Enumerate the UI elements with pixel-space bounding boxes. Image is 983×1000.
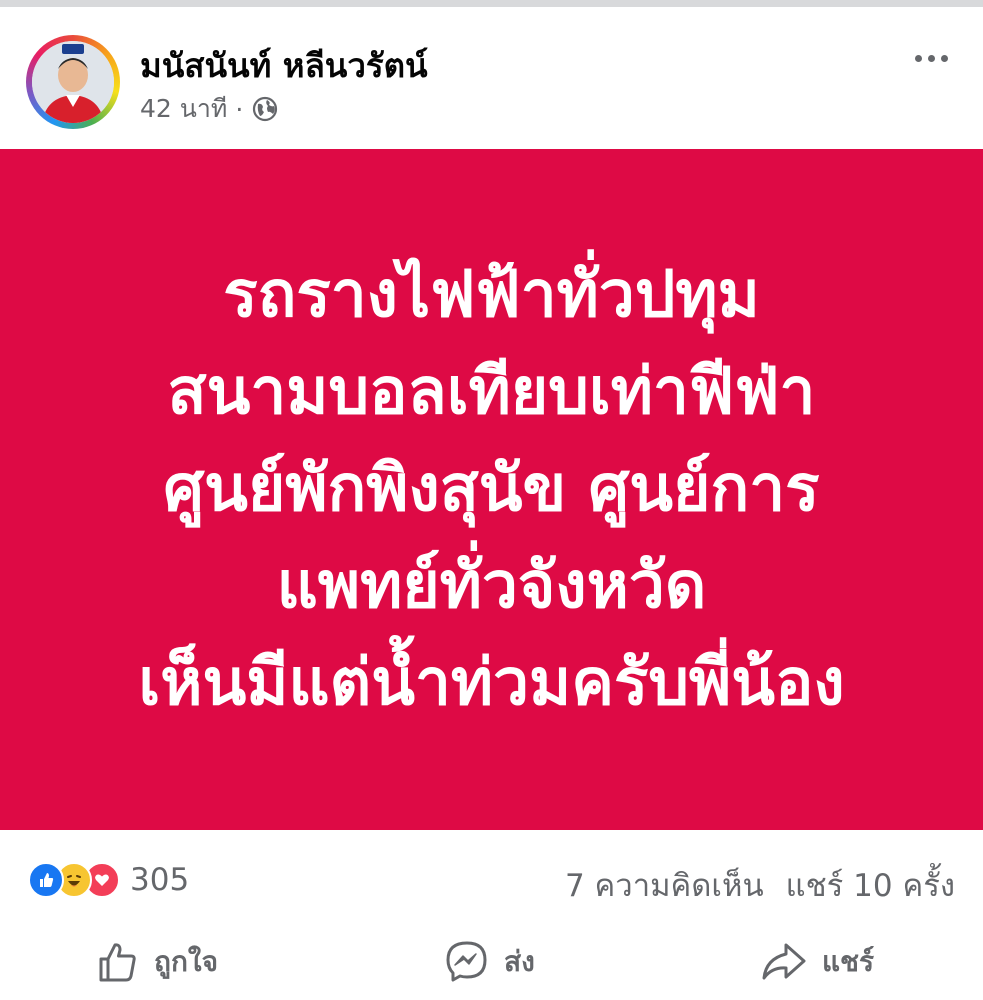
avatar[interactable] <box>26 35 120 129</box>
banner-line: ศูนย์พักพิงสุนัข ศูนย์การ <box>163 452 820 526</box>
top-divider <box>0 0 983 7</box>
like-button[interactable]: ถูกใจ <box>96 934 218 990</box>
more-options-icon[interactable] <box>906 43 956 73</box>
share-arrow-icon <box>762 943 806 980</box>
like-icon <box>28 862 64 898</box>
shares-count[interactable]: แชร์ 10 ครั้ง <box>786 860 955 910</box>
author-name[interactable]: มนัสนันท์ หลีนวรัตน์ <box>140 39 428 92</box>
banner-line: สนามบอลเทียบเท่าฟีฟ่า <box>167 355 816 429</box>
post-time[interactable]: 42 นาที <box>140 89 227 129</box>
send-button[interactable]: ส่ง <box>444 934 535 990</box>
post-header: มนัสนันท์ หลีนวรัตน์ 42 นาที · <box>0 7 983 147</box>
send-label: ส่ง <box>504 945 535 978</box>
banner-line: แพทย์ทั่วจังหวัด <box>276 549 707 623</box>
post-stats: 305 7 ความคิดเห็น แชร์ 10 ครั้ง <box>0 840 983 920</box>
meta-separator: · <box>235 94 244 124</box>
globe-icon <box>251 95 279 123</box>
share-button[interactable]: แชร์ <box>760 934 874 990</box>
banner-line: รถรางไฟฟ้าทั่วปทุม <box>223 258 760 332</box>
engagement-stats: 7 ความคิดเห็น แชร์ 10 ครั้ง <box>565 860 955 910</box>
like-label: ถูกใจ <box>154 945 218 978</box>
messenger-icon <box>446 941 487 982</box>
share-label: แชร์ <box>822 945 875 978</box>
avatar-photo <box>32 41 114 123</box>
post-banner: รถรางไฟฟ้าทั่วปทุม สนามบอลเทียบเท่าฟีฟ่า… <box>0 149 983 830</box>
reactions-summary[interactable]: 305 <box>28 862 189 898</box>
banner-line: เห็นมีแต่น้ำท่วมครับพี่น้อง <box>138 646 845 720</box>
post-meta: 42 นาที · <box>140 89 279 129</box>
thumbs-up-icon <box>99 943 136 982</box>
comments-count[interactable]: 7 ความคิดเห็น <box>565 860 764 910</box>
reaction-count: 305 <box>130 862 190 898</box>
action-bar: ถูกใจ ส่ง แชร์ <box>0 926 983 998</box>
